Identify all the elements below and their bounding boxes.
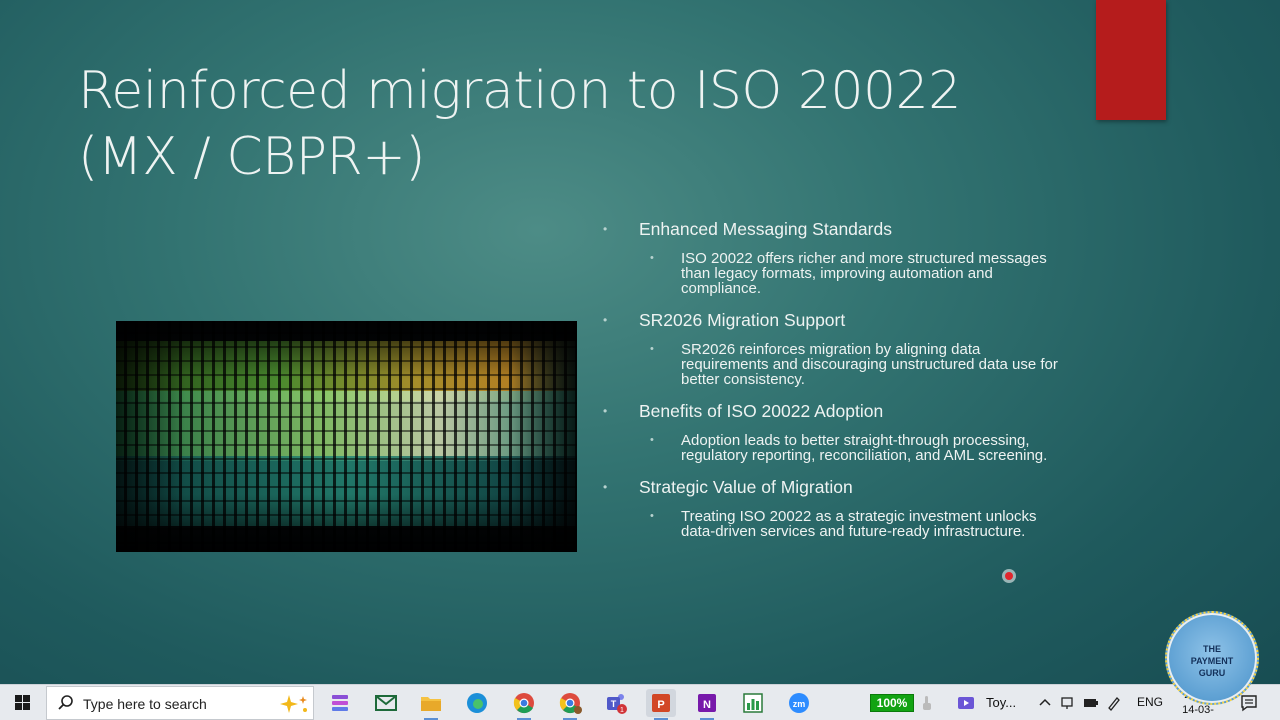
- taskbar-app-onenote[interactable]: N: [692, 689, 722, 720]
- bullet-dot: •: [650, 510, 654, 522]
- bullet-heading: • Benefits of ISO 20022 Adoption: [600, 399, 1070, 423]
- section-detail: SR2026 reinforces migration by aligning …: [681, 341, 1058, 388]
- bullet-dot: •: [650, 434, 654, 446]
- clock-date: 14-03-2026: [1182, 704, 1214, 720]
- touch-icon[interactable]: [920, 694, 934, 712]
- notification-icon[interactable]: [1240, 694, 1258, 712]
- bullet-detail: • ISO 20022 offers richer and more struct…: [600, 251, 1070, 296]
- folder-icon: [421, 697, 441, 711]
- mail-icon: [375, 695, 397, 711]
- bullet-dot: •: [650, 252, 654, 264]
- taskbar-app-chrome[interactable]: [509, 689, 539, 720]
- zoom-icon: zm: [789, 693, 809, 713]
- chrome-icon: [513, 693, 534, 714]
- edge-icon: [467, 693, 487, 713]
- logo-text: THE: [1203, 644, 1221, 654]
- svg-text:1: 1: [620, 707, 624, 714]
- svg-text:P: P: [657, 699, 664, 711]
- laser-pointer-icon: [1002, 569, 1016, 583]
- section-heading: Enhanced Messaging Standards: [639, 219, 892, 239]
- taskbar-app-zoom[interactable]: zm: [784, 689, 814, 717]
- powerpoint-icon: P: [652, 694, 670, 712]
- bullet-heading: • Enhanced Messaging Standards: [600, 217, 1070, 241]
- slide-title-line1: Reinforced migration to ISO 20022: [78, 61, 961, 121]
- section-detail: Treating ISO 20022 as a strategic invest…: [681, 508, 1037, 540]
- media-label[interactable]: Toy...: [986, 695, 1016, 710]
- language-indicator[interactable]: ENG: [1137, 695, 1163, 709]
- bullet-dot: •: [603, 222, 608, 236]
- section-detail: Adoption leads to better straight-throug…: [681, 432, 1048, 464]
- chrome-icon: [559, 693, 582, 714]
- taskbar-app-file-explorer[interactable]: [416, 689, 446, 720]
- chevron-up-icon[interactable]: [1038, 696, 1052, 710]
- taskbar-app-copilot[interactable]: [325, 689, 355, 717]
- svg-text:N: N: [703, 699, 711, 711]
- taskbar-app-mail[interactable]: [371, 689, 401, 717]
- section-heading: Benefits of ISO 20022 Adoption: [639, 401, 884, 421]
- copilot-sparkle-icon[interactable]: [277, 693, 311, 715]
- media-player-icon[interactable]: [957, 694, 975, 712]
- search-placeholder: Type here to search: [83, 696, 207, 712]
- windows-taskbar: Type here to search T 1 P N zm 100% Toy.…: [0, 684, 1280, 720]
- bullet-detail: • Treating ISO 20022 as a strategic inves…: [600, 509, 1070, 539]
- taskbar-app-powerpoint[interactable]: P: [646, 689, 676, 720]
- pen-icon[interactable]: [1106, 695, 1122, 711]
- taskbar-app-teams[interactable]: T 1: [601, 689, 631, 717]
- section-heading: SR2026 Migration Support: [639, 310, 846, 330]
- taskbar-app-chart[interactable]: [738, 689, 768, 717]
- onenote-icon: N: [698, 694, 716, 712]
- bullet-dot: •: [603, 404, 608, 418]
- section-detail: ISO 20022 offers richer and more structu…: [681, 250, 1047, 297]
- svg-text:zm: zm: [793, 699, 806, 709]
- bullet-detail: • SR2026 reinforces migration by aligning…: [600, 342, 1070, 387]
- slide-canvas: Reinforced migration to ISO 20022 (MX / …: [0, 0, 1280, 684]
- chart-icon: [743, 693, 763, 713]
- battery-icon[interactable]: [1082, 695, 1100, 711]
- taskbar-app-chrome-profile[interactable]: [555, 689, 585, 720]
- slide-title: Reinforced migration to ISO 20022 (MX / …: [78, 58, 1058, 190]
- bullet-heading: • SR2026 Migration Support: [600, 308, 1070, 332]
- bullet-dot: •: [603, 480, 608, 494]
- bullet-list: • Enhanced Messaging Standards • ISO 20022…: [600, 215, 1070, 551]
- svg-text:T: T: [611, 699, 617, 709]
- bullet-detail: • Adoption leads to better straight-throu…: [600, 433, 1070, 463]
- stack-app-icon: [332, 695, 348, 711]
- section-heading: Strategic Value of Migration: [639, 477, 853, 497]
- logo-text: PAYMENT: [1190, 656, 1234, 666]
- bullet-heading: • Strategic Value of Migration: [600, 475, 1070, 499]
- battery-indicator[interactable]: 100%: [870, 694, 914, 712]
- windows-logo-icon: [15, 695, 30, 710]
- teams-icon: T 1: [607, 694, 627, 714]
- start-button[interactable]: [0, 685, 46, 720]
- bullet-dot: •: [603, 313, 608, 327]
- network-icon[interactable]: [1059, 695, 1075, 711]
- search-icon: [58, 695, 73, 710]
- bullet-dot: •: [650, 343, 654, 355]
- taskbar-search-input[interactable]: Type here to search: [46, 686, 314, 720]
- taskbar-app-edge[interactable]: [462, 689, 492, 717]
- red-accent-bar: [1096, 0, 1166, 120]
- payment-guru-logo: THE PAYMENT GURU: [1165, 611, 1259, 705]
- logo-text: GURU: [1198, 668, 1226, 678]
- data-matrix-image: [116, 321, 577, 552]
- slide-title-line2: (MX / CBPR+): [78, 127, 426, 187]
